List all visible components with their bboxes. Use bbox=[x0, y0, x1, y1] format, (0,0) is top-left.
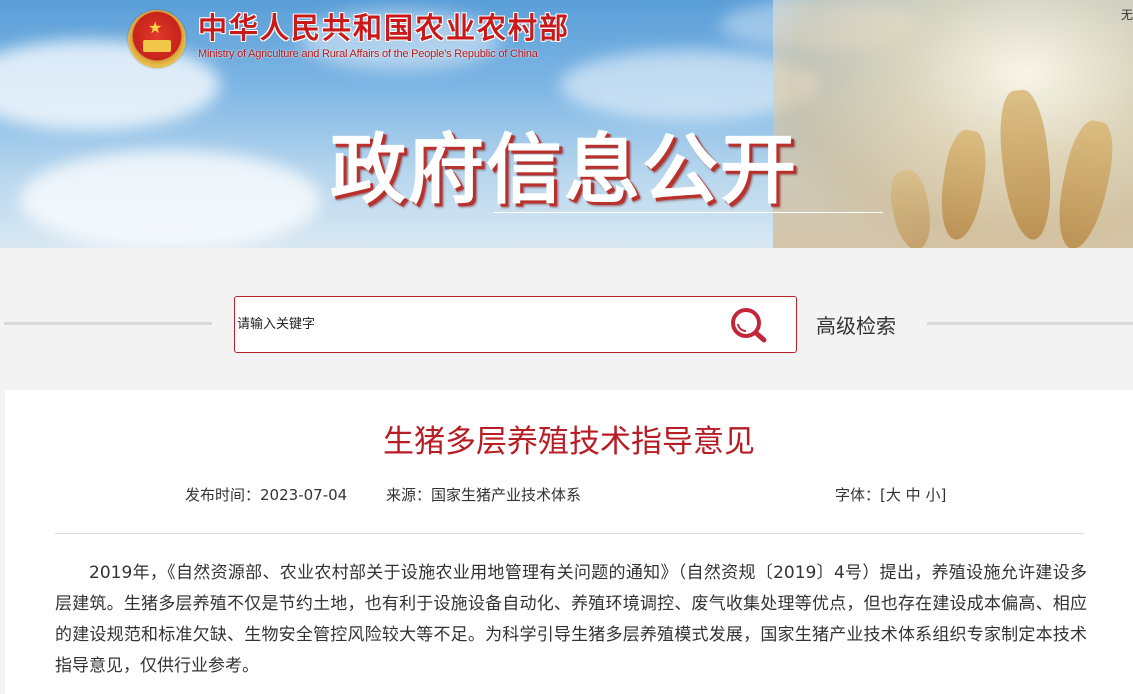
search-input[interactable] bbox=[235, 297, 715, 352]
corner-label[interactable]: 无 bbox=[1121, 6, 1133, 23]
advanced-search-link[interactable]: 高级检索 bbox=[816, 310, 896, 339]
ministry-logo[interactable]: ★ 中华人民共和国农业农村部 Ministry of Agriculture a… bbox=[128, 10, 570, 68]
font-size-label: 字体： bbox=[835, 486, 881, 504]
search-box bbox=[234, 296, 797, 353]
font-size-small[interactable]: 小 bbox=[925, 486, 940, 504]
cloud-decoration bbox=[20, 150, 320, 248]
search-section: 高级检索 bbox=[0, 248, 1133, 388]
font-bracket-close: ] bbox=[940, 486, 947, 504]
article-paragraph: 2019年，《自然资源部、农业农村部关于设施农业用地管理有关问题的通知》（自然资… bbox=[55, 563, 1087, 676]
font-size-medium[interactable]: 中 bbox=[906, 486, 921, 504]
source-label: 来源： bbox=[386, 486, 432, 504]
article-container: 生猪多层养殖技术指导意见 发布时间：2023-07-04 来源：国家生猪产业技术… bbox=[5, 390, 1133, 694]
article-title: 生猪多层养殖技术指导意见 bbox=[383, 424, 755, 460]
left-divider bbox=[4, 322, 212, 325]
banner-divider bbox=[493, 212, 883, 213]
national-emblem-icon: ★ bbox=[128, 10, 186, 68]
font-size-large[interactable]: 大 bbox=[886, 486, 901, 504]
meta-divider bbox=[55, 533, 1084, 534]
right-divider bbox=[927, 322, 1133, 325]
publish-label: 发布时间： bbox=[185, 486, 261, 504]
source-info: 来源：国家生猪产业技术体系 bbox=[386, 484, 581, 505]
font-size-control: 字体：[大 中 小] bbox=[835, 484, 946, 505]
banner-title: 政府信息公开 bbox=[330, 125, 798, 214]
wheat-decoration bbox=[773, 0, 1133, 248]
publish-date: 2023-07-04 bbox=[260, 486, 348, 504]
header-banner: ★ 中华人民共和国农业农村部 Ministry of Agriculture a… bbox=[0, 0, 1133, 248]
source-value: 国家生猪产业技术体系 bbox=[431, 486, 582, 504]
search-icon[interactable] bbox=[729, 307, 769, 343]
ministry-name-en: Ministry of Agriculture and Rural Affair… bbox=[198, 48, 538, 60]
ministry-name-cn: 中华人民共和国农业农村部 bbox=[198, 11, 571, 45]
publish-info: 发布时间：2023-07-04 bbox=[185, 484, 347, 505]
